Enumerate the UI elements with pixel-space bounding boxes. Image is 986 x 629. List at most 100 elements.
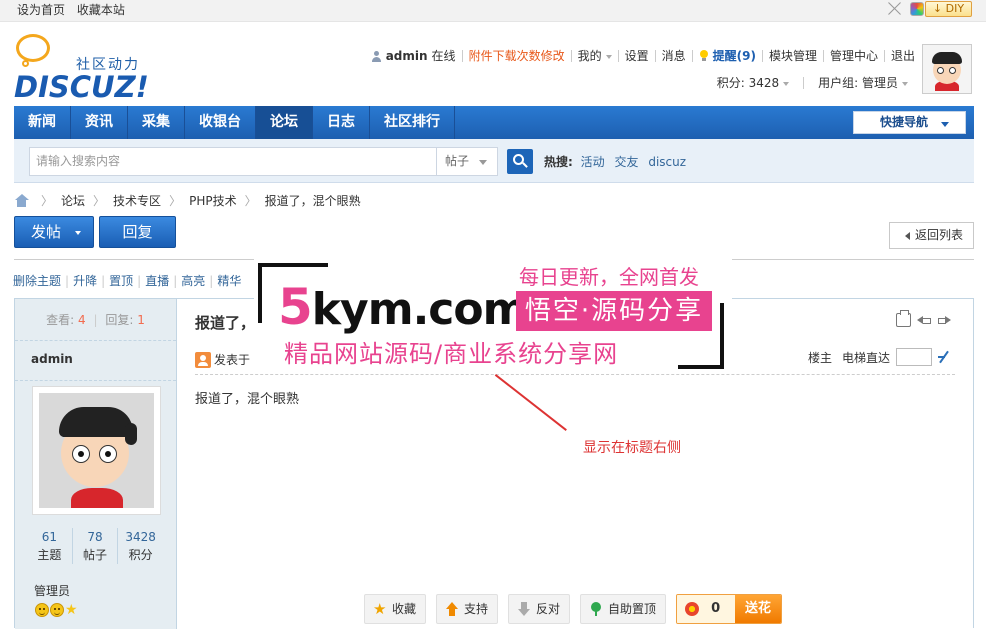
author-name[interactable]: admin bbox=[15, 341, 176, 381]
hot-search-link[interactable]: 交友 bbox=[614, 155, 638, 169]
logo-text: DISCUZ! bbox=[14, 70, 149, 104]
jump-go-icon[interactable] bbox=[937, 350, 951, 364]
reply-button[interactable]: 回复 bbox=[99, 216, 176, 248]
mod-sticky[interactable]: 置顶 bbox=[109, 272, 133, 289]
posts-count[interactable]: 78 bbox=[73, 528, 118, 546]
self-pin-button[interactable]: 自助置顶 bbox=[580, 594, 667, 624]
thread-title: 报道了， bbox=[195, 314, 256, 332]
remind-link[interactable]: 提醒(9) bbox=[713, 48, 756, 64]
nav-item-info[interactable]: 资讯 bbox=[71, 106, 128, 139]
watermark-badge: 悟空·源码分享 bbox=[516, 291, 712, 331]
nav-item-blog[interactable]: 日志 bbox=[313, 106, 370, 139]
author-rank-icons: ★ bbox=[35, 603, 79, 617]
online-status: 在线 bbox=[431, 49, 456, 63]
resize-icon[interactable] bbox=[887, 1, 902, 16]
prev-thread-icon[interactable] bbox=[917, 313, 931, 327]
hot-searches: 热搜: 活动 交友 discuz bbox=[544, 155, 687, 169]
author-group[interactable]: 管理员 bbox=[34, 582, 70, 599]
back-to-list-button[interactable]: 返回列表 bbox=[889, 222, 974, 249]
user-bar: admin 在线 附件下载次数修改 我的 设置 消息 提醒(9) 模块管理 管理… bbox=[371, 48, 915, 64]
favorite-button[interactable]: ★ 收藏 bbox=[364, 594, 427, 624]
send-flower-button[interactable]: 0 送花 bbox=[676, 594, 783, 624]
top-icons bbox=[887, 1, 924, 16]
watermark: 5kym.com 每日更新，全网首发 悟空·源码分享 精品网站源码/商业系统分享… bbox=[254, 258, 732, 372]
site-logo[interactable]: 社区动力 DISCUZ! bbox=[14, 32, 154, 104]
breadcrumb-tech[interactable]: 技术专区 bbox=[113, 192, 161, 209]
admin-center-link[interactable]: 管理中心 bbox=[830, 48, 878, 64]
jump-label: 电梯直达 bbox=[841, 350, 890, 365]
search-bar: 请输入搜索内容 帖子 热搜: 活动 交友 discuz bbox=[14, 139, 974, 183]
breadcrumb-current: 报道了，混个眼熟 bbox=[264, 194, 361, 208]
author-avatar[interactable] bbox=[32, 386, 161, 515]
smile-icon bbox=[50, 603, 64, 617]
user-avatar[interactable] bbox=[922, 44, 972, 94]
post-floor-tools: 楼主 电梯直达 bbox=[808, 348, 951, 366]
support-button[interactable]: 支持 bbox=[436, 594, 499, 624]
user-icon bbox=[371, 50, 382, 62]
my-menu[interactable]: 我的 bbox=[578, 48, 612, 64]
online-user-icon bbox=[195, 351, 211, 368]
messages-link[interactable]: 消息 bbox=[662, 48, 686, 64]
mod-live[interactable]: 直播 bbox=[145, 272, 169, 289]
bulb-icon bbox=[699, 50, 709, 62]
hot-search-link[interactable]: 活动 bbox=[581, 155, 605, 169]
next-thread-icon[interactable] bbox=[937, 313, 951, 327]
pin-icon bbox=[589, 602, 603, 616]
moderation-bar: 删除主题 | 升降 | 置顶 | 直播 | 高亮 | 精华 bbox=[13, 272, 242, 289]
top-bar: 设为首页 收藏本站 ↓ DIY bbox=[0, 0, 986, 22]
chevron-down-icon bbox=[783, 81, 790, 86]
search-input[interactable]: 请输入搜索内容 bbox=[29, 147, 437, 176]
floor-label: 楼主 bbox=[807, 350, 832, 365]
logo-bubble-icon bbox=[16, 34, 50, 62]
points-menu[interactable]: 积分: 3428 bbox=[717, 75, 790, 91]
thread-stats: 查看: 4 | 回复: 1 bbox=[15, 299, 176, 341]
color-theme-icon[interactable] bbox=[910, 1, 924, 16]
view-count: 4 bbox=[78, 313, 86, 327]
quick-nav-button[interactable]: 快捷导航 bbox=[853, 111, 966, 134]
home-icon[interactable] bbox=[14, 194, 29, 207]
mod-delete[interactable]: 删除主题 bbox=[13, 272, 61, 289]
threads-count[interactable]: 61 bbox=[27, 528, 72, 546]
breadcrumb-php[interactable]: PHP技术 bbox=[189, 192, 237, 209]
search-button[interactable] bbox=[507, 149, 533, 174]
settings-link[interactable]: 设置 bbox=[625, 48, 649, 64]
watermark-slogan: 精品网站源码/商业系统分享网 bbox=[284, 340, 619, 368]
thumb-down-icon bbox=[517, 602, 531, 616]
attachment-download-link[interactable]: 附件下载次数修改 bbox=[469, 48, 565, 64]
username-link[interactable]: admin bbox=[386, 48, 428, 64]
nav-item-cashier[interactable]: 收银台 bbox=[185, 106, 256, 139]
nav-item-forum[interactable]: 论坛 bbox=[256, 106, 313, 139]
logout-link[interactable]: 退出 bbox=[891, 48, 915, 64]
mod-digest[interactable]: 精华 bbox=[217, 272, 241, 289]
watermark-brand: 5kym.com bbox=[278, 278, 528, 336]
nav-item-ranking[interactable]: 社区排行 bbox=[370, 106, 455, 139]
post-meta: 发表于 bbox=[195, 351, 250, 368]
hot-search-link[interactable]: discuz bbox=[648, 155, 686, 169]
oppose-button[interactable]: 反对 bbox=[508, 594, 571, 624]
watermark-tagline: 每日更新，全网首发 bbox=[519, 265, 699, 289]
breadcrumb: 〉 论坛 〉 技术专区 〉 PHP技术 〉 报道了，混个眼熟 bbox=[14, 192, 361, 209]
chevron-down-icon bbox=[605, 54, 612, 59]
bookmark-link[interactable]: 收藏本站 bbox=[77, 3, 125, 17]
nav-item-news[interactable]: 新闻 bbox=[14, 106, 71, 139]
flower-icon bbox=[685, 602, 700, 616]
print-icon[interactable] bbox=[896, 310, 911, 327]
set-home-link[interactable]: 设为首页 bbox=[17, 3, 65, 17]
usergroup-menu[interactable]: 用户组: 管理员 bbox=[818, 75, 908, 91]
nav-item-collect[interactable]: 采集 bbox=[128, 106, 185, 139]
author-sidebar: 查看: 4 | 回复: 1 admin 61 主题 78 帖子 3428 积分 … bbox=[15, 299, 177, 629]
user-bar-secondary: 积分: 3428 用户组: 管理员 bbox=[717, 75, 908, 91]
new-post-button[interactable]: 发帖 bbox=[14, 216, 94, 248]
chevron-down-icon bbox=[479, 160, 487, 165]
star-icon: ★ bbox=[373, 600, 387, 618]
breadcrumb-forum[interactable]: 论坛 bbox=[61, 192, 85, 209]
mod-raise[interactable]: 升降 bbox=[73, 272, 97, 289]
search-type-select[interactable]: 帖子 bbox=[437, 147, 498, 176]
floor-jump-input[interactable] bbox=[896, 348, 932, 366]
diy-button[interactable]: ↓ DIY bbox=[925, 1, 972, 17]
smile-icon bbox=[35, 603, 49, 617]
post-content: 报道了，混个眼熟 bbox=[195, 392, 300, 407]
module-manage-link[interactable]: 模块管理 bbox=[769, 48, 817, 64]
mod-highlight[interactable]: 高亮 bbox=[181, 272, 205, 289]
points-count[interactable]: 3428 bbox=[118, 528, 163, 546]
